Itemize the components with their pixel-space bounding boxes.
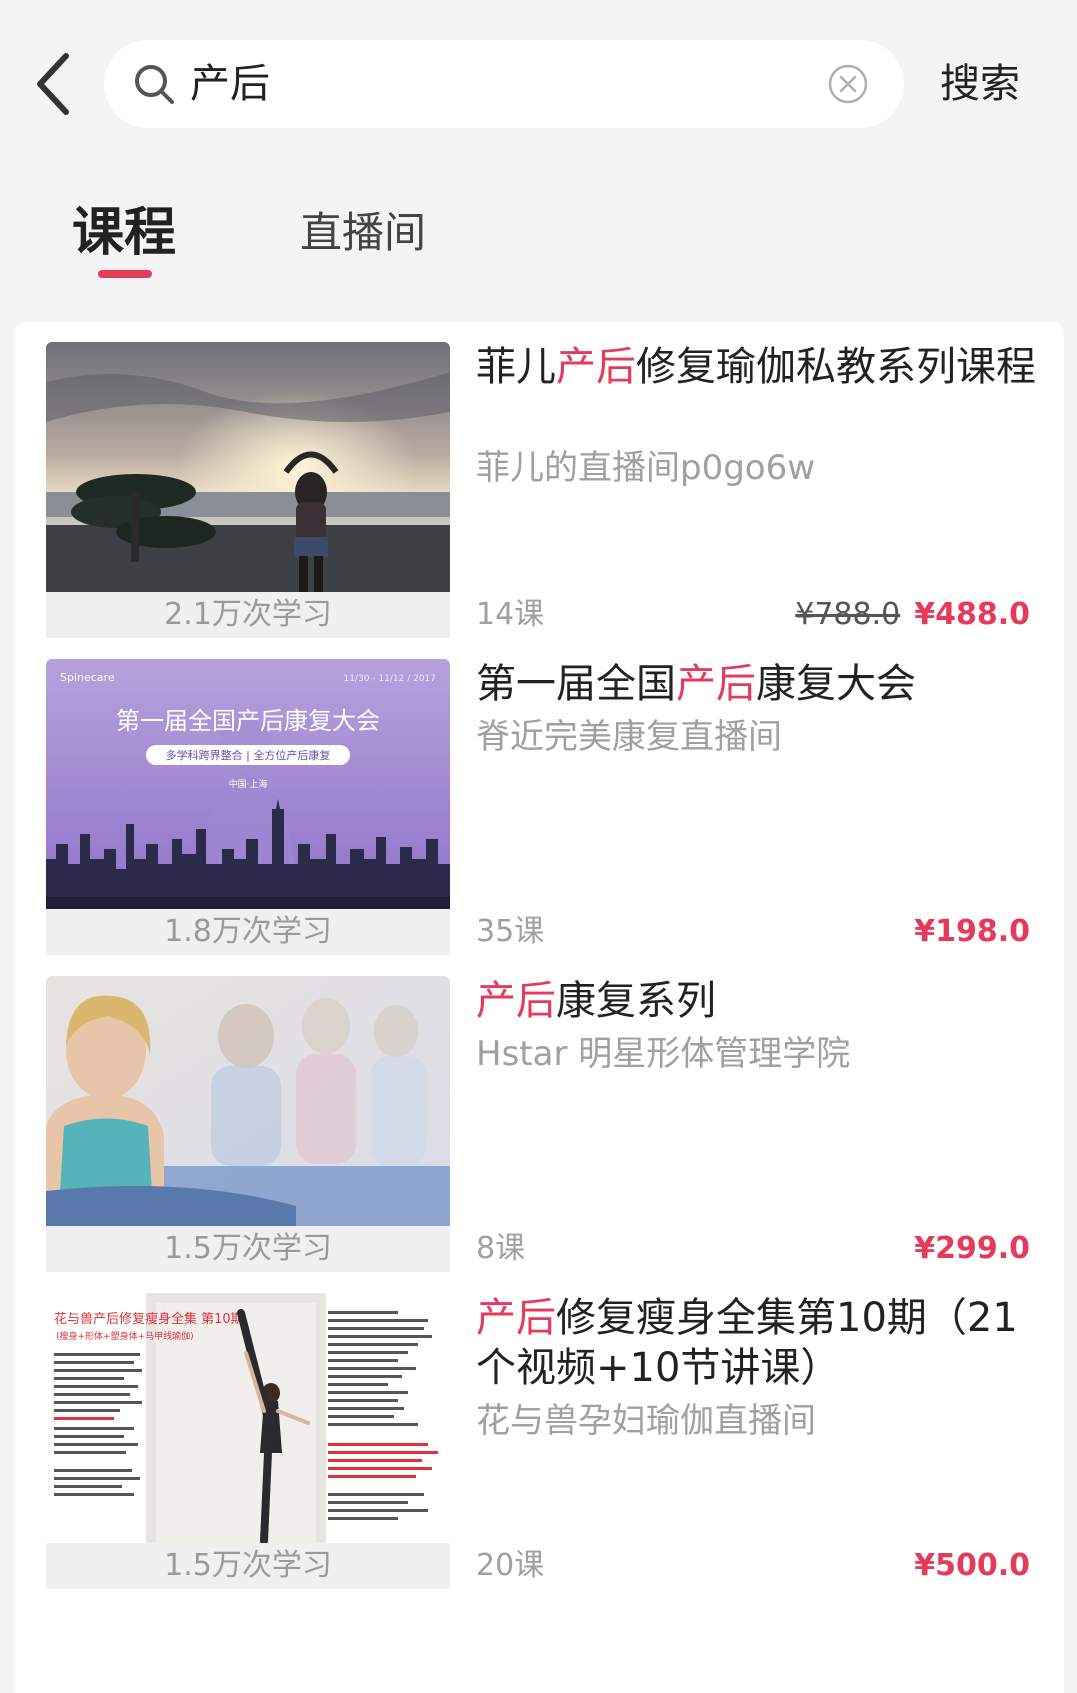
original-price: ¥788.0: [795, 597, 901, 632]
back-button[interactable]: [28, 48, 84, 118]
price: ¥500.0: [914, 1543, 1030, 1589]
view-count: 1.5万次学习: [46, 1543, 450, 1589]
course-author: 菲儿的直播间p0go6w: [476, 448, 816, 488]
clear-icon[interactable]: [826, 62, 870, 106]
poster-brand: Spinecare: [60, 671, 115, 684]
sale-price: ¥488.0: [914, 597, 1030, 632]
course-title: 第一届全国产后康复大会: [476, 659, 1036, 709]
search-button[interactable]: 搜索: [940, 40, 1020, 128]
course-thumbnail: 花与兽产后修复瘦身全集 第10期 (瘦身+形体+塑身体+马甲线瑜伽): [46, 1293, 450, 1543]
view-count: 2.1万次学习: [46, 592, 450, 638]
title-highlight: 产后: [676, 661, 756, 707]
course-thumbnail: [46, 976, 450, 1226]
poster-tagline: 多学科跨界整合 | 全方位产后康复: [166, 748, 331, 762]
course-card[interactable]: 2.1万次学习 菲儿产后修复瑜伽私教系列课程 菲儿的直播间p0go6w 14课 …: [14, 322, 1064, 638]
poster-headline: 第一届全国产后康复大会: [116, 707, 380, 735]
course-card[interactable]: 1.5万次学习 产后康复系列 Hstar 明星形体管理学院 8课 ¥299.0: [14, 956, 1064, 1272]
lesson-count: 35课: [476, 914, 545, 949]
lesson-count: 20课: [476, 1548, 545, 1583]
view-count: 1.5万次学习: [46, 1226, 450, 1272]
course-author: Hstar 明星形体管理学院: [476, 1034, 851, 1074]
sale-price: ¥500.0: [914, 1548, 1030, 1583]
course-list: 2.1万次学习 菲儿产后修复瑜伽私教系列课程 菲儿的直播间p0go6w 14课 …: [14, 322, 1064, 1693]
course-thumbnail: Spinecare 11/30 - 11/12 / 2017 第一届全国产后康复…: [46, 659, 450, 909]
price: ¥198.0: [914, 909, 1030, 955]
chevron-left-icon: [37, 53, 69, 115]
poster-place: 中国·上海: [229, 778, 268, 790]
title-text: 康复系列: [556, 978, 716, 1024]
poster-date: 11/30 - 11/12 / 2017: [343, 674, 436, 684]
course-author: 花与兽孕妇瑜伽直播间: [476, 1401, 816, 1441]
price: ¥788.0 ¥488.0: [795, 592, 1030, 638]
course-card[interactable]: 花与兽产后修复瘦身全集 第10期 (瘦身+形体+塑身体+马甲线瑜伽) 1.5万次…: [14, 1273, 1064, 1589]
course-title: 产后修复瘦身全集第10期（21个视频+10节讲课）: [476, 1293, 1036, 1393]
course-title: 产后康复系列: [476, 976, 1036, 1026]
title-highlight: 产后: [476, 1295, 556, 1341]
title-text: 菲儿: [476, 344, 556, 390]
sale-price: ¥299.0: [914, 1231, 1030, 1266]
title-text: 修复瘦身全集第10期（21个视频+10节讲课）: [476, 1295, 1018, 1391]
course-title: 菲儿产后修复瑜伽私教系列课程: [476, 342, 1036, 392]
poster-subline: (瘦身+形体+塑身体+马甲线瑜伽): [56, 1330, 194, 1342]
view-count: 1.8万次学习: [46, 909, 450, 955]
title-highlight: 产后: [556, 344, 636, 390]
title-text: 康复大会: [756, 661, 916, 707]
search-query[interactable]: 产后: [190, 40, 270, 128]
price: ¥299.0: [914, 1226, 1030, 1272]
lesson-count: 14课: [476, 597, 545, 632]
active-tab-indicator: [98, 270, 152, 278]
course-card[interactable]: Spinecare 11/30 - 11/12 / 2017 第一届全国产后康复…: [14, 639, 1064, 955]
title-text: 第一届全国: [476, 661, 676, 707]
title-highlight: 产后: [476, 978, 556, 1024]
search-icon: [135, 65, 174, 104]
tab-bar: 课程 直播间: [0, 170, 1077, 300]
title-text: 修复瑜伽私教系列课程: [636, 344, 1036, 390]
poster-headline: 花与兽产后修复瘦身全集 第10期: [54, 1311, 244, 1327]
tab-courses[interactable]: 课程: [72, 188, 176, 278]
tab-live-rooms[interactable]: 直播间: [300, 188, 426, 278]
lesson-count: 8课: [476, 1231, 526, 1266]
course-thumbnail: [46, 342, 450, 592]
course-author: 脊近完美康复直播间: [476, 717, 782, 757]
top-bar: 产后 搜索: [0, 0, 1077, 170]
search-input[interactable]: 产后: [104, 40, 904, 128]
sale-price: ¥198.0: [914, 914, 1030, 949]
